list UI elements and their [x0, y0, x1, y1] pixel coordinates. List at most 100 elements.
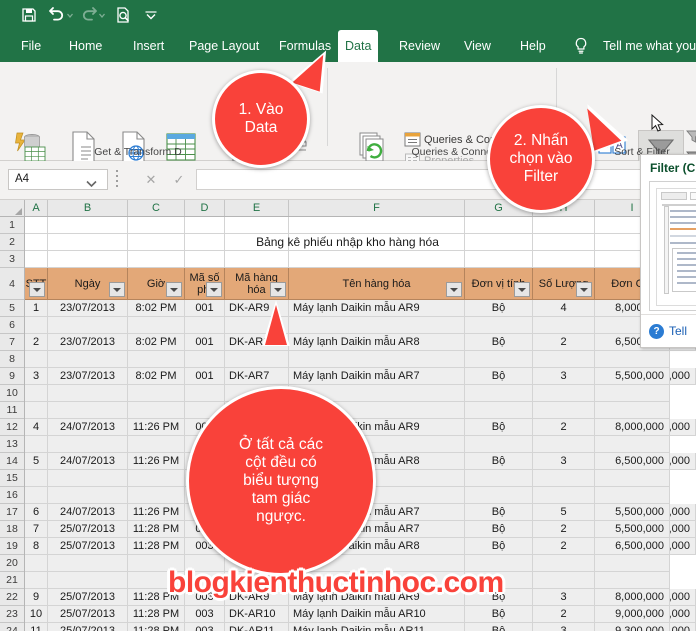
- cell-F7[interactable]: Máy lạnh Daikin mẫu AR8: [289, 334, 465, 351]
- cell-H1[interactable]: [533, 217, 595, 234]
- cell-H3[interactable]: [533, 251, 595, 268]
- cell-H17[interactable]: 5: [533, 504, 595, 521]
- cell-H23[interactable]: 2: [533, 606, 595, 623]
- cell-B22[interactable]: 25/07/2013: [48, 589, 128, 606]
- cell-I15[interactable]: [595, 470, 670, 487]
- tab-page-layout[interactable]: Page Layout: [182, 30, 266, 62]
- cell-G12[interactable]: Bộ: [465, 419, 533, 436]
- cell-A24[interactable]: 11: [25, 623, 48, 631]
- cell-B20[interactable]: [48, 555, 128, 572]
- customize-qat-icon[interactable]: [142, 6, 160, 24]
- cell-B23[interactable]: 25/07/2013: [48, 606, 128, 623]
- cell-G15[interactable]: [465, 470, 533, 487]
- cell-G24[interactable]: Bộ: [465, 623, 533, 631]
- cell-G19[interactable]: Bộ: [465, 538, 533, 555]
- row-header-1[interactable]: 1: [0, 217, 24, 234]
- cell-H13[interactable]: [533, 436, 595, 453]
- cell-E9[interactable]: DK-AR7: [225, 368, 289, 385]
- cell-I11[interactable]: [595, 402, 670, 419]
- filter-dropdown-H[interactable]: [576, 282, 592, 297]
- cell-H19[interactable]: 2: [533, 538, 595, 555]
- column-header-c[interactable]: C: [128, 200, 185, 216]
- cell-I13[interactable]: [595, 436, 670, 453]
- clear-filter-button[interactable]: [686, 129, 696, 145]
- cell-B8[interactable]: [48, 351, 128, 368]
- lightbulb-icon[interactable]: [573, 37, 589, 55]
- cell-I17[interactable]: 27,500,000: [670, 504, 696, 521]
- cell-I24[interactable]: 9,300,000: [595, 623, 670, 631]
- cell-G11[interactable]: [465, 402, 533, 419]
- tell-me-box[interactable]: Tell me what you: [596, 30, 696, 62]
- tab-help[interactable]: Help: [513, 30, 553, 62]
- cell-A13[interactable]: [25, 436, 48, 453]
- column-header-d[interactable]: D: [185, 200, 225, 216]
- cell-B18[interactable]: 25/07/2013: [48, 521, 128, 538]
- cell-A10[interactable]: [25, 385, 48, 402]
- cell-C17[interactable]: 11:26 PM: [128, 504, 185, 521]
- cell-I22[interactable]: 24,000,000: [670, 589, 696, 606]
- cell-A19[interactable]: 8: [25, 538, 48, 555]
- cell-B16[interactable]: [48, 487, 128, 504]
- filter-dropdown-A[interactable]: [29, 282, 45, 297]
- filter-dropdown-D[interactable]: [206, 282, 222, 297]
- filter-dropdown-E[interactable]: [270, 282, 286, 297]
- select-all-corner[interactable]: [0, 200, 25, 216]
- cell-A16[interactable]: [25, 487, 48, 504]
- cell-I9[interactable]: 16,500,000: [670, 368, 696, 385]
- cell-I16[interactable]: [595, 487, 670, 504]
- cell-B1[interactable]: [48, 217, 128, 234]
- row-header-13[interactable]: 13: [0, 436, 24, 453]
- cell-A14[interactable]: 5: [25, 453, 48, 470]
- cell-H6[interactable]: [533, 317, 595, 334]
- cell-D1[interactable]: [185, 217, 225, 234]
- cell-G16[interactable]: [465, 487, 533, 504]
- enter-checkmark-icon[interactable]: ✓: [168, 170, 190, 189]
- cell-A8[interactable]: [25, 351, 48, 368]
- cell-B9[interactable]: 23/07/2013: [48, 368, 128, 385]
- formula-input[interactable]: [196, 169, 688, 190]
- column-header-b[interactable]: B: [48, 200, 128, 216]
- cell-A3[interactable]: [25, 251, 48, 268]
- cell-G7[interactable]: Bộ: [465, 334, 533, 351]
- cell-H14[interactable]: 3: [533, 453, 595, 470]
- cell-C16[interactable]: [128, 487, 185, 504]
- row-header-5[interactable]: 5: [0, 300, 24, 317]
- cell-A21[interactable]: [25, 572, 48, 589]
- cell-I9[interactable]: 5,500,000: [595, 368, 670, 385]
- cell-D10[interactable]: [185, 385, 225, 402]
- row-header-12[interactable]: 12: [0, 419, 24, 436]
- cell-H7[interactable]: 2: [533, 334, 595, 351]
- cell-F1[interactable]: [289, 217, 465, 234]
- cell-D5[interactable]: 001: [185, 300, 225, 317]
- cell-A17[interactable]: 6: [25, 504, 48, 521]
- cell-D24[interactable]: 003: [185, 623, 225, 631]
- cell-I21[interactable]: [595, 572, 670, 589]
- cell-A6[interactable]: [25, 317, 48, 334]
- cell-B10[interactable]: [48, 385, 128, 402]
- cell-G23[interactable]: Bộ: [465, 606, 533, 623]
- name-box-dropdown-icon[interactable]: [86, 175, 97, 193]
- cell-A18[interactable]: 7: [25, 521, 48, 538]
- cell-H9[interactable]: 3: [533, 368, 595, 385]
- cell-C23[interactable]: 11:28 PM: [128, 606, 185, 623]
- cell-I12[interactable]: 8,000,000: [595, 419, 670, 436]
- cell-I14[interactable]: 6,500,000: [595, 453, 670, 470]
- cell-D3[interactable]: [185, 251, 225, 268]
- filter-dropdown-C[interactable]: [166, 282, 182, 297]
- cell-F24[interactable]: Máy lạnh Daikin mẫu AR11: [289, 623, 465, 631]
- cell-H5[interactable]: 4: [533, 300, 595, 317]
- cell-A12[interactable]: 4: [25, 419, 48, 436]
- cell-C3[interactable]: [128, 251, 185, 268]
- cell-F9[interactable]: Máy lạnh Daikin mẫu AR7: [289, 368, 465, 385]
- tab-home[interactable]: Home: [62, 30, 109, 62]
- cell-F3[interactable]: [289, 251, 465, 268]
- cell-I8[interactable]: [595, 351, 670, 368]
- row-header-3[interactable]: 3: [0, 251, 24, 268]
- row-header-15[interactable]: 15: [0, 470, 24, 487]
- cell-D23[interactable]: 003: [185, 606, 225, 623]
- cell-I19[interactable]: 6,500,000: [595, 538, 670, 555]
- cell-C13[interactable]: [128, 436, 185, 453]
- cell-C6[interactable]: [128, 317, 185, 334]
- cell-C9[interactable]: 8:02 PM: [128, 368, 185, 385]
- cell-C24[interactable]: 11:28 PM: [128, 623, 185, 631]
